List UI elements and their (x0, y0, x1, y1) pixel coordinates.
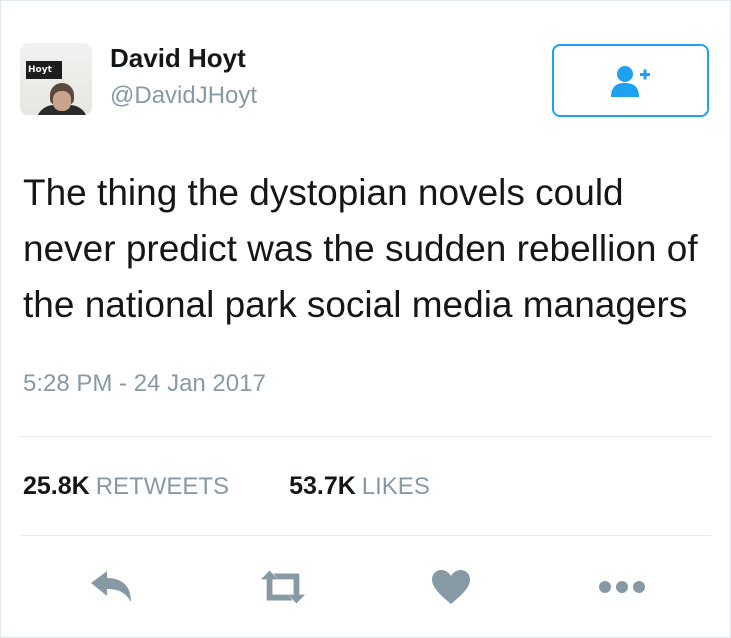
likes-stat[interactable]: 53.7K LIKES (289, 469, 430, 507)
retweets-count: 25.8K (23, 472, 90, 500)
avatar[interactable]: Hoyt (20, 43, 92, 115)
reply-button[interactable] (87, 563, 135, 611)
like-icon (432, 570, 470, 604)
divider (21, 535, 711, 536)
author-handle[interactable]: @DavidJHoyt (110, 81, 257, 111)
more-icon (599, 581, 645, 593)
tweet-text-line: The thing the dystopian novels could (23, 172, 624, 213)
retweet-button[interactable] (259, 563, 307, 611)
likes-label: LIKES (361, 473, 430, 500)
retweets-label: RETWEETS (95, 473, 230, 500)
likes-count: 53.7K (289, 472, 356, 500)
follow-user-icon (610, 65, 650, 97)
divider (21, 436, 711, 437)
retweet-icon (260, 570, 306, 604)
avatar-sign: Hoyt (26, 61, 62, 79)
retweets-stat[interactable]: 25.8K RETWEETS (23, 469, 229, 507)
engagement-stats: 25.8K RETWEETS 53.7K LIKES (23, 469, 490, 507)
follow-button[interactable] (552, 44, 709, 117)
tweet-timestamp[interactable]: 5:28 PM - 24 Jan 2017 (23, 367, 266, 401)
tweet-text-line: never predict was the sudden rebellion o… (23, 228, 698, 269)
like-button[interactable] (427, 563, 475, 611)
reply-icon (91, 571, 131, 602)
tweet-card: Hoyt David Hoyt @DavidJHoyt The thing th… (0, 0, 731, 638)
author-display-name[interactable]: David Hoyt (110, 43, 246, 73)
tweet-text: The thing the dystopian novels could nev… (23, 165, 723, 333)
more-button[interactable] (598, 563, 646, 611)
avatar-face (53, 91, 71, 111)
tweet-text-line: the national park social media managers (23, 284, 688, 325)
